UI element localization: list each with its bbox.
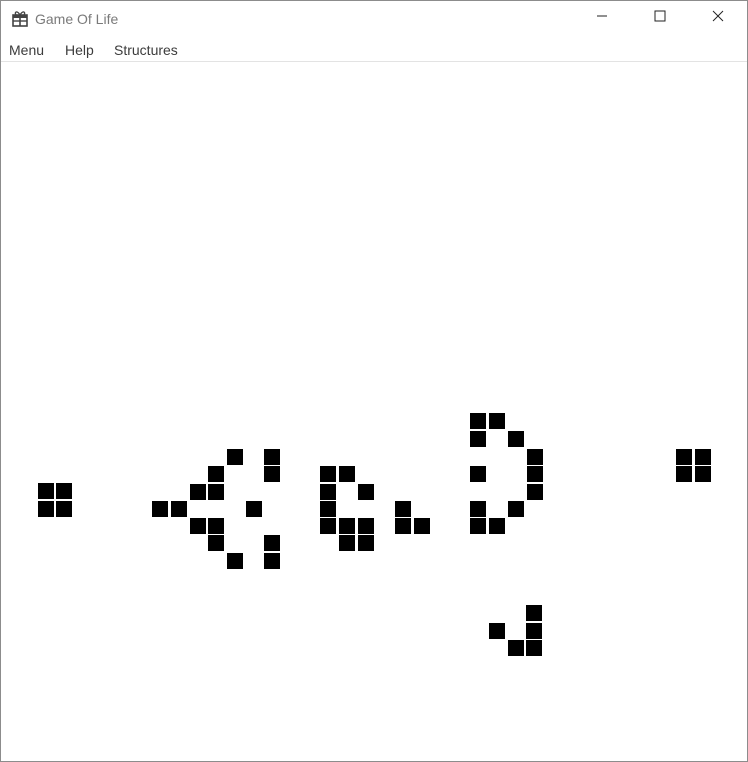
live-cell[interactable] (358, 535, 374, 551)
live-cell[interactable] (527, 484, 543, 500)
window-title: Game Of Life (35, 11, 119, 27)
live-cell[interactable] (508, 640, 524, 656)
live-cell[interactable] (470, 431, 486, 447)
live-cell[interactable] (264, 535, 280, 551)
live-cell[interactable] (264, 553, 280, 569)
live-cell[interactable] (395, 518, 411, 534)
live-cell[interactable] (208, 518, 224, 534)
live-cell[interactable] (414, 518, 430, 534)
live-cell[interactable] (227, 449, 243, 465)
menu-item-help[interactable]: Help (65, 41, 94, 59)
title-bar[interactable]: Game Of Life (1, 1, 747, 37)
app-window: Game Of Life Menu Help Structures (0, 0, 748, 762)
live-cell[interactable] (264, 449, 280, 465)
live-cell[interactable] (320, 466, 336, 482)
live-cell[interactable] (320, 501, 336, 517)
live-cell[interactable] (190, 484, 206, 500)
minimize-icon (596, 9, 608, 27)
live-cell[interactable] (171, 501, 187, 517)
live-cell[interactable] (489, 518, 505, 534)
minimize-button[interactable] (573, 1, 631, 35)
menu-item-structures[interactable]: Structures (114, 41, 178, 59)
live-cell[interactable] (526, 623, 542, 639)
live-cell[interactable] (527, 449, 543, 465)
live-cell[interactable] (208, 535, 224, 551)
live-cell[interactable] (358, 484, 374, 500)
live-cell[interactable] (339, 466, 355, 482)
live-cell[interactable] (489, 623, 505, 639)
live-cell[interactable] (227, 553, 243, 569)
live-cell[interactable] (676, 466, 692, 482)
live-cell[interactable] (526, 605, 542, 621)
live-cell[interactable] (38, 483, 54, 499)
live-cell[interactable] (526, 640, 542, 656)
live-cell[interactable] (264, 466, 280, 482)
live-cell[interactable] (320, 484, 336, 500)
gift-icon (11, 9, 29, 27)
live-cell[interactable] (470, 466, 486, 482)
menu-bar: Menu Help Structures (1, 37, 747, 62)
live-cell[interactable] (695, 466, 711, 482)
live-cell[interactable] (339, 535, 355, 551)
maximize-button[interactable] (631, 1, 689, 35)
live-cell[interactable] (470, 413, 486, 429)
live-cell[interactable] (152, 501, 168, 517)
live-cell[interactable] (676, 449, 692, 465)
close-icon (712, 9, 724, 27)
live-cell[interactable] (527, 466, 543, 482)
live-cell[interactable] (320, 518, 336, 534)
live-cell[interactable] (38, 501, 54, 517)
live-cell[interactable] (246, 501, 262, 517)
live-cell[interactable] (508, 431, 524, 447)
live-cell[interactable] (56, 483, 72, 499)
live-cell[interactable] (190, 518, 206, 534)
maximize-icon (654, 9, 666, 27)
live-cell[interactable] (208, 484, 224, 500)
live-cell[interactable] (470, 518, 486, 534)
menu-item-menu[interactable]: Menu (9, 41, 44, 59)
life-board[interactable] (1, 62, 747, 761)
live-cell[interactable] (489, 413, 505, 429)
live-cell[interactable] (695, 449, 711, 465)
live-cell[interactable] (208, 466, 224, 482)
live-cell[interactable] (395, 501, 411, 517)
live-cell[interactable] (339, 518, 355, 534)
live-cell[interactable] (508, 501, 524, 517)
live-cell[interactable] (56, 501, 72, 517)
live-cell[interactable] (358, 518, 374, 534)
live-cell[interactable] (470, 501, 486, 517)
close-button[interactable] (689, 1, 747, 35)
